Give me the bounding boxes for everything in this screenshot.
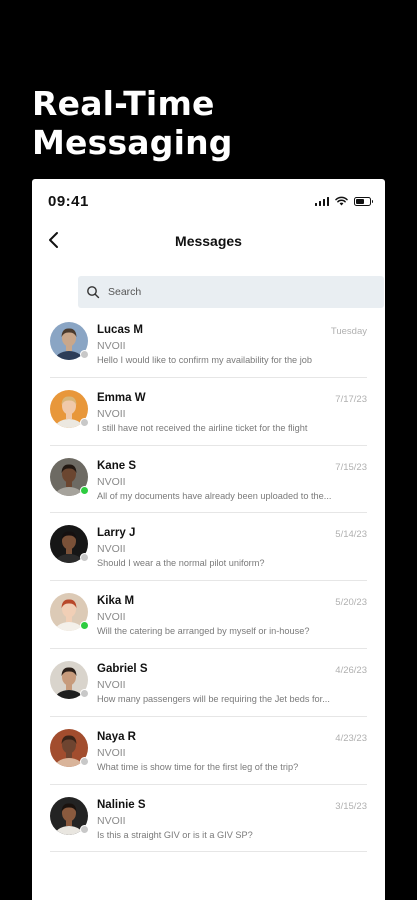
avatar [50,525,89,564]
avatar [50,457,89,496]
contact-name: Nalinie S [97,798,146,811]
contact-company: NVOII [97,814,126,827]
message-date: 4/26/23 [335,664,367,676]
presence-indicator [80,688,89,698]
message-date: 5/20/23 [335,597,367,609]
contact-company: NVOII [97,340,126,352]
presence-indicator [80,824,89,834]
cellular-signal-icon [314,197,329,206]
presence-indicator [80,553,89,563]
contact-company: NVOII [97,678,126,691]
conversation-item[interactable]: Kane S NVOII All of my documents have al… [50,446,367,514]
avatar [50,728,89,767]
battery-icon [354,197,373,206]
presence-indicator [80,621,89,631]
avatar [50,796,89,835]
contact-name: Lucas M [97,324,144,336]
presence-indicator [80,485,89,495]
message-preview: Will the catering be arranged by myself … [97,626,310,637]
conversation-list: Lucas M NVOII Hello I would like to conf… [50,310,367,853]
message-preview: All of my documents have already been up… [97,490,332,501]
message-preview: Is this a straight GIV or is it a GIV SP… [97,829,253,840]
conversation-item[interactable]: Larry J NVOII Should I wear a the normal… [50,513,367,582]
conversation-item[interactable]: Nalinie S NVOII Is this a straight GIV o… [50,785,367,853]
search-bar[interactable] [78,276,384,308]
avatar [50,660,89,699]
message-preview: I still have not received the airline ti… [97,422,308,433]
message-date: 4/23/23 [335,732,367,744]
status-icons [314,196,373,206]
phone-screen: 09:41 Messages Search Lucas M NVOII Hell… [32,179,385,900]
status-bar: 09:41 [32,179,385,223]
search-icon [87,286,100,299]
message-date: 3/15/23 [335,800,367,812]
contact-name: Kika M [97,595,135,608]
contact-company: NVOII [97,407,126,420]
contact-name: Kane S [97,459,136,472]
promo-headline: Real-Time Messaging [32,84,233,162]
conversation-item[interactable]: Naya R NVOII What time is show time for … [50,717,367,785]
message-preview: What time is show time for the first leg… [97,761,299,772]
presence-indicator [80,756,89,766]
presence-indicator [80,417,89,427]
status-time: 09:41 [48,193,89,210]
contact-name: Gabriel S [97,662,148,675]
page-title: Messages [175,233,242,249]
avatar [50,322,89,360]
avatar [50,389,89,428]
message-preview: Should I wear a the normal pilot uniform… [97,558,265,569]
contact-name: Naya R [97,730,136,743]
conversation-item[interactable]: Kika M NVOII Will the catering be arrang… [50,581,367,649]
contact-company: NVOII [97,543,126,556]
message-preview: How many passengers will be requiring th… [97,693,330,704]
message-date: 7/15/23 [335,461,367,473]
wifi-icon [335,196,348,206]
message-preview: Hello I would like to confirm my availab… [97,355,312,365]
message-date: 7/17/23 [335,393,367,405]
contact-company: NVOII [97,475,126,488]
conversation-item[interactable]: Gabriel S NVOII How many passengers will… [50,649,367,717]
search-input[interactable] [108,286,348,298]
conversation-item[interactable]: Emma W NVOII I still have not received t… [50,378,367,446]
avatar [50,593,89,632]
contact-name: Emma W [97,391,146,404]
contact-company: NVOII [97,746,126,759]
contact-name: Larry J [97,527,136,540]
contact-company: NVOII [97,611,126,624]
message-date: Tuesday [330,326,367,337]
conversation-item[interactable]: Lucas M NVOII Hello I would like to conf… [50,310,367,378]
presence-indicator [80,350,89,359]
message-date: 5/14/23 [335,529,367,541]
nav-bar: Messages [32,225,385,255]
